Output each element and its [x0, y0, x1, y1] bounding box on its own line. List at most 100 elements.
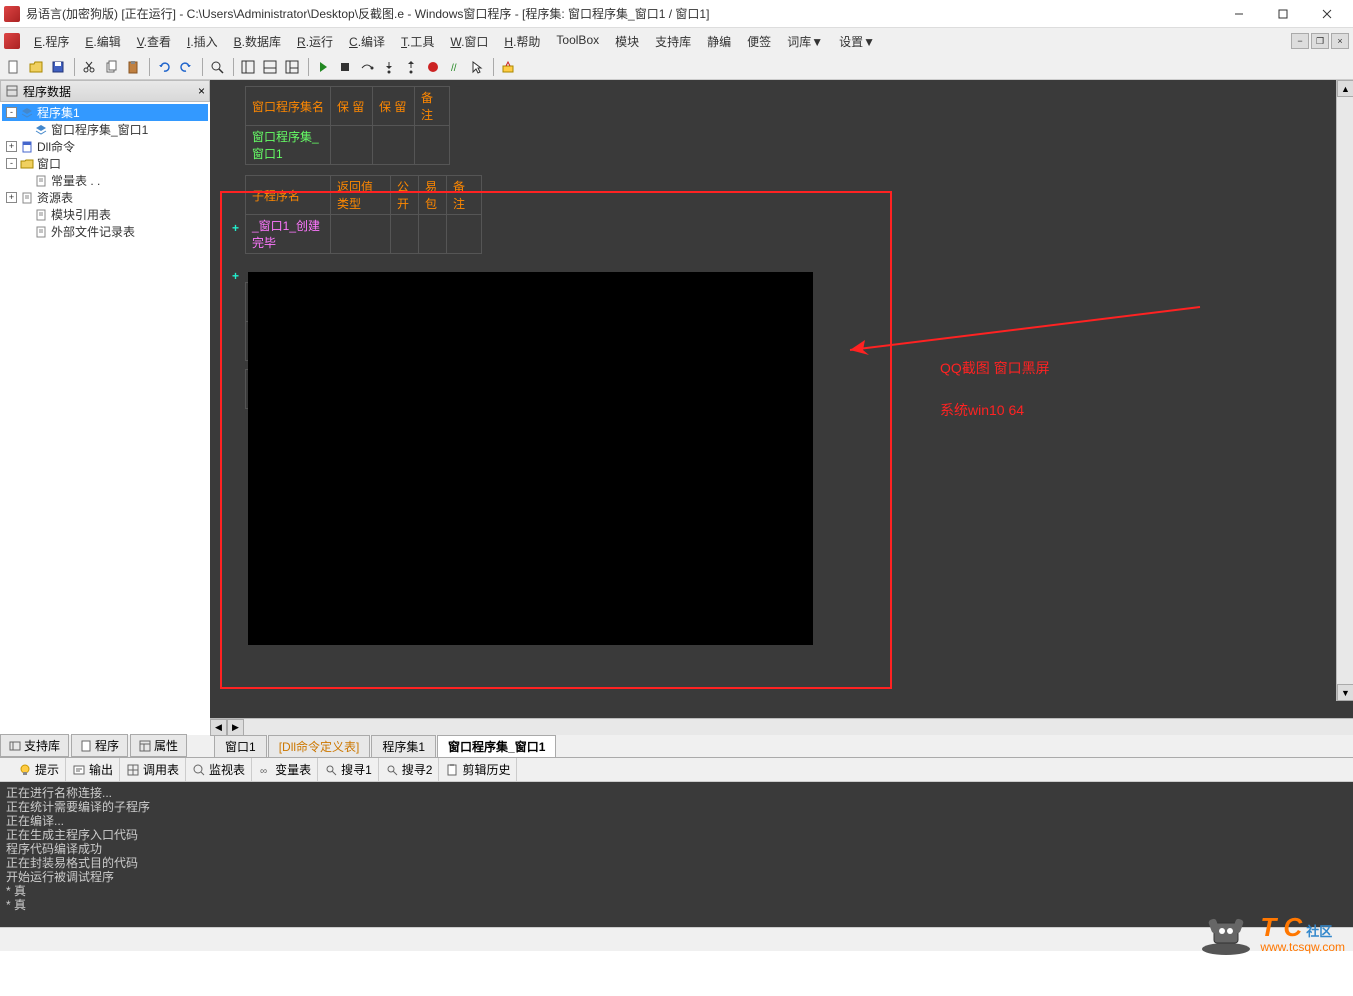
tree-item-6[interactable]: 模块引用表: [2, 206, 208, 223]
layout2-button[interactable]: [260, 57, 280, 77]
stepout-button[interactable]: [401, 57, 421, 77]
tree-label: Dll命令: [37, 138, 75, 155]
menu-item-13[interactable]: 静编: [699, 30, 739, 53]
menu-item-10[interactable]: ToolBox: [548, 30, 607, 53]
debug-tab-icon: [192, 763, 206, 777]
mdi-restore[interactable]: ❐: [1311, 33, 1329, 49]
menu-item-2[interactable]: V.查看: [129, 30, 179, 53]
stop-button[interactable]: [335, 57, 355, 77]
redo-button[interactable]: [176, 57, 196, 77]
menu-item-0[interactable]: E.程序: [26, 30, 77, 53]
side-tab-icon: [139, 740, 151, 752]
side-tab-支持库[interactable]: 支持库: [0, 734, 69, 757]
debug-output[interactable]: 正在进行名称连接...正在统计需要编译的子程序正在编译...正在生成主程序入口代…: [0, 782, 1353, 927]
menu-item-7[interactable]: T.工具: [393, 30, 442, 53]
mdi-minimize[interactable]: −: [1291, 33, 1309, 49]
menu-item-5[interactable]: R.运行: [289, 30, 341, 53]
editor-viewport[interactable]: 窗口程序集名保 留保 留备 注 窗口程序集_窗口1 子程序名返回值类型公开易包备…: [210, 80, 1353, 718]
debug-tab-icon: [385, 763, 399, 777]
open-button[interactable]: [26, 57, 46, 77]
menu-item-11[interactable]: 模块: [607, 30, 647, 53]
tree-expand-icon[interactable]: -: [6, 107, 17, 118]
tree-item-3[interactable]: -窗口: [2, 155, 208, 172]
tree-item-4[interactable]: 常量表 . .: [2, 172, 208, 189]
output-line: * 真: [6, 898, 1347, 912]
stepover-button[interactable]: [357, 57, 377, 77]
tree-item-1[interactable]: 窗口程序集_窗口1: [2, 121, 208, 138]
comment-button[interactable]: //: [445, 57, 465, 77]
debug-tab-输出[interactable]: 输出: [66, 758, 120, 781]
annotation-text-2: 系统win10 64: [940, 400, 1024, 420]
editor-hscrollbar[interactable]: ◀ ▶: [210, 718, 1353, 735]
paste-button[interactable]: [123, 57, 143, 77]
debug-panel: 提示输出调用表监视表∞变量表搜寻1搜寻2剪辑历史 正在进行名称连接...正在统计…: [0, 757, 1353, 927]
tree-item-2[interactable]: + Dll命令: [2, 138, 208, 155]
copy-button[interactable]: [101, 57, 121, 77]
debug-tab-搜寻2[interactable]: 搜寻2: [379, 758, 440, 781]
menu-item-15[interactable]: 词库▼: [779, 30, 831, 53]
layout3-button[interactable]: [282, 57, 302, 77]
menu-item-4[interactable]: B.数据库: [226, 30, 289, 53]
editor-tab-3[interactable]: 窗口程序集_窗口1: [437, 735, 556, 757]
menu-item-3[interactable]: I.插入: [179, 30, 226, 53]
menu-item-8[interactable]: W.窗口: [442, 30, 496, 53]
output-line: 正在编译...: [6, 814, 1347, 828]
tree-icon: [20, 157, 34, 171]
output-line: 程序代码编译成功: [6, 842, 1347, 856]
debug-tab-调用表[interactable]: 调用表: [120, 758, 186, 781]
svg-text://: //: [451, 63, 457, 74]
find-button[interactable]: [207, 57, 227, 77]
sidebar-close-icon[interactable]: ×: [198, 84, 205, 98]
editor-tab-1[interactable]: [Dll命令定义表]: [268, 735, 371, 757]
menu-item-1[interactable]: E.编辑: [77, 30, 128, 53]
output-line: * 真: [6, 884, 1347, 898]
tree-expand-icon[interactable]: +: [6, 141, 17, 152]
side-tab-属性[interactable]: 属性: [130, 734, 187, 757]
project-tree[interactable]: -程序集1窗口程序集_窗口1 + Dll命令-窗口常量表 . .+资源表模块引用表外…: [0, 102, 210, 735]
tree-icon: [34, 174, 48, 188]
mdi-close[interactable]: ×: [1331, 33, 1349, 49]
scroll-up-icon[interactable]: ▲: [1337, 80, 1353, 97]
menu-item-12[interactable]: 支持库: [647, 30, 699, 53]
editor-tab-0[interactable]: 窗口1: [214, 735, 267, 757]
menu-item-9[interactable]: H.帮助: [496, 30, 548, 53]
toolbar: //: [0, 54, 1353, 80]
output-line: 正在进行名称连接...: [6, 786, 1347, 800]
debug-tab-变量表[interactable]: ∞变量表: [252, 758, 318, 781]
save-button[interactable]: [48, 57, 68, 77]
maximize-button[interactable]: [1261, 0, 1305, 28]
cursor-button[interactable]: [467, 57, 487, 77]
scroll-right-icon[interactable]: ▶: [227, 719, 244, 736]
close-button[interactable]: [1305, 0, 1349, 28]
stepin-button[interactable]: [379, 57, 399, 77]
menu-item-14[interactable]: 便签: [739, 30, 779, 53]
undo-button[interactable]: [154, 57, 174, 77]
tree-item-0[interactable]: -程序集1: [2, 104, 208, 121]
tree-item-7[interactable]: 外部文件记录表: [2, 223, 208, 240]
debug-tab-提示[interactable]: 提示: [12, 758, 66, 781]
layout1-button[interactable]: [238, 57, 258, 77]
new-button[interactable]: [4, 57, 24, 77]
minimize-button[interactable]: [1217, 0, 1261, 28]
menu-item-6[interactable]: C.编译: [341, 30, 393, 53]
run-button[interactable]: [313, 57, 333, 77]
tree-item-5[interactable]: +资源表: [2, 189, 208, 206]
tree-expand-icon[interactable]: -: [6, 158, 17, 169]
breakpoint-button[interactable]: [423, 57, 443, 77]
debug-tabs: 提示输出调用表监视表∞变量表搜寻1搜寻2剪辑历史: [0, 758, 1353, 782]
compile-button[interactable]: [498, 57, 518, 77]
debug-tab-剪辑历史[interactable]: 剪辑历史: [439, 758, 517, 781]
side-tab-程序[interactable]: 程序: [71, 734, 128, 757]
tabs-row: 支持库程序属性 窗口1[Dll命令定义表]程序集1窗口程序集_窗口1: [0, 735, 1353, 757]
menu-item-16[interactable]: 设置▼: [831, 30, 883, 53]
debug-tab-icon: ∞: [258, 763, 272, 777]
editor-vscrollbar[interactable]: ▲ ▼: [1336, 80, 1353, 701]
debug-tab-搜寻1[interactable]: 搜寻1: [318, 758, 379, 781]
tree-expand-icon[interactable]: +: [6, 192, 17, 203]
editor-tab-2[interactable]: 程序集1: [371, 735, 436, 757]
cut-button[interactable]: [79, 57, 99, 77]
debug-tab-监视表[interactable]: 监视表: [186, 758, 252, 781]
scroll-left-icon[interactable]: ◀: [210, 719, 227, 736]
scroll-down-icon[interactable]: ▼: [1337, 684, 1353, 701]
output-line: 正在生成主程序入口代码: [6, 828, 1347, 842]
